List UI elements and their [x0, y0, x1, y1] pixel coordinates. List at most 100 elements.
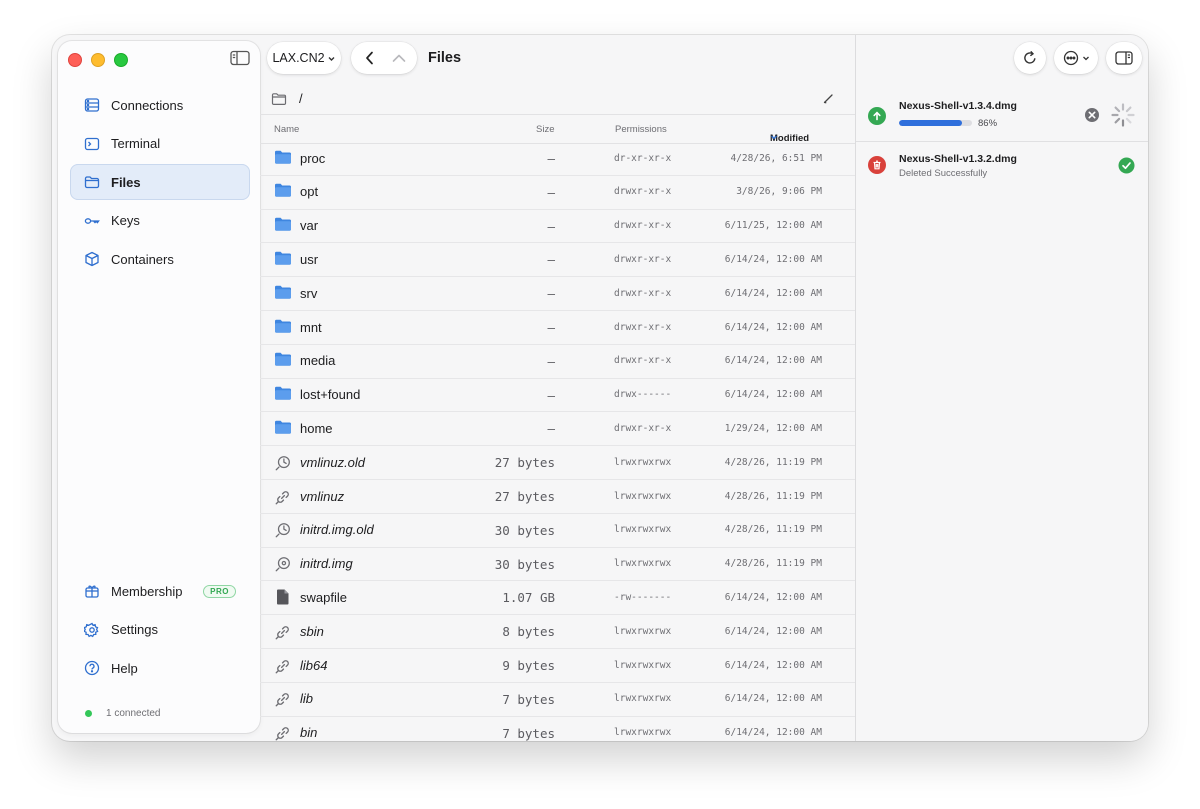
- more-options-button[interactable]: [1054, 42, 1098, 74]
- up-icon[interactable]: [387, 46, 411, 70]
- host-selector[interactable]: LAX.CN2: [267, 42, 341, 74]
- toggle-inspector-button[interactable]: [1106, 42, 1142, 74]
- sidebar-item-membership[interactable]: Membership PRO: [70, 573, 250, 609]
- pencil-icon[interactable]: [822, 92, 835, 105]
- server-rack-icon: [84, 97, 100, 113]
- navigation-buttons: [351, 42, 417, 74]
- table-row[interactable]: var — drwxr-xr-x 6/11/25, 12:00 AM: [260, 209, 855, 244]
- table-row[interactable]: lost+found — drwx------ 6/14/24, 12:00 AM: [260, 378, 855, 413]
- file-size: 8 bytes: [502, 624, 555, 640]
- table-row[interactable]: opt — drwxr-xr-x 3/8/26, 9:06 PM: [260, 175, 855, 210]
- table-row[interactable]: initrd.img.old 30 bytes lrwxrwxrwx 4/28/26,…: [260, 513, 855, 548]
- file-modified: 6/14/24, 12:00 AM: [724, 321, 822, 333]
- file-modified: 6/14/24, 12:00 AM: [724, 389, 822, 401]
- table-row[interactable]: media — drwxr-xr-x 6/14/24, 12:00 AM: [260, 344, 855, 379]
- sidebar-toggle-icon[interactable]: [230, 50, 250, 68]
- table-row[interactable]: sbin 8 bytes lrwxrwxrwx 6/14/24, 12:00 AM: [260, 614, 855, 649]
- table-row[interactable]: proc — dr-xr-xr-x 4/28/26, 6:51 PM: [260, 144, 855, 176]
- table-row[interactable]: bin 7 bytes lrwxrwxrwx 6/14/24, 12:00 AM: [260, 716, 855, 741]
- table-row[interactable]: srv — drwxr-xr-x 6/14/24, 12:00 AM: [260, 276, 855, 311]
- file-name: vmlinuz.old: [300, 454, 366, 470]
- symlink-disk-icon: [274, 554, 292, 572]
- file-size: —: [547, 421, 555, 437]
- folder-icon: [274, 216, 292, 234]
- file-size: 30 bytes: [494, 556, 555, 572]
- file-permissions: lrwxrwxrwx: [614, 693, 672, 705]
- folder-icon: [274, 351, 292, 369]
- file-name: swapfile: [300, 589, 347, 605]
- transfers-panel: Nexus-Shell-v1.3.4.dmg 86% Nexus-Shell-v…: [855, 35, 1148, 741]
- column-header-name[interactable]: Name: [274, 124, 299, 135]
- file-name: lib64: [300, 657, 328, 673]
- table-row[interactable]: usr — drwxr-xr-x 6/14/24, 12:00 AM: [260, 242, 855, 278]
- file-modified: 4/28/26, 11:19 PM: [724, 456, 822, 468]
- sidebar-item-terminal[interactable]: Terminal: [70, 126, 250, 162]
- status-dot-icon: [85, 710, 92, 717]
- file-size: 27 bytes: [494, 455, 555, 471]
- transfer-item[interactable]: Nexus-Shell-v1.3.2.dmg Deleted Successfu…: [856, 143, 1148, 195]
- pro-badge: PRO: [203, 584, 236, 598]
- table-row[interactable]: home — drwxr-xr-x 1/29/24, 12:00 AM: [260, 411, 855, 447]
- file-modified: 1/29/24, 12:00 AM: [724, 422, 822, 434]
- current-path[interactable]: /: [299, 91, 303, 106]
- transfer-status-text: Deleted Successfully: [899, 168, 988, 179]
- file-name: lost+found: [300, 387, 361, 403]
- refresh-button[interactable]: [1014, 42, 1046, 74]
- table-row[interactable]: lib64 9 bytes lrwxrwxrwx 6/14/24, 12:00 AM: [260, 648, 855, 683]
- file-modified: 4/28/26, 11:19 PM: [724, 524, 822, 536]
- sidebar-item-keys[interactable]: Keys: [70, 203, 250, 239]
- transfer-progress-label: 86%: [978, 118, 998, 129]
- chevron-down-icon: [327, 54, 336, 63]
- transfer-filename: Nexus-Shell-v1.3.4.dmg: [899, 100, 1017, 112]
- table-row[interactable]: vmlinuz.old 27 bytes lrwxrwxrwx 4/28/26, 11…: [260, 445, 855, 480]
- cancel-icon[interactable]: [1084, 107, 1100, 123]
- table-row[interactable]: swapfile 1.07 GB -rw------- 6/14/24, 12:00 …: [260, 580, 855, 616]
- table-row[interactable]: mnt — drwxr-xr-x 6/14/24, 12:00 AM: [260, 310, 855, 345]
- table-row[interactable]: lib 7 bytes lrwxrwxrwx 6/14/24, 12:00 AM: [260, 682, 855, 717]
- symlink-icon: [274, 622, 292, 640]
- window-controls: [68, 53, 128, 67]
- sidebar-item-connections[interactable]: Connections: [70, 87, 250, 123]
- sidebar-item-label: Keys: [111, 213, 140, 228]
- sidebar-item-files[interactable]: Files: [70, 164, 250, 200]
- file-modified: 4/28/26, 6:51 PM: [730, 152, 822, 164]
- sidebar-item-label: Containers: [111, 251, 174, 267]
- spinner-icon: [1110, 102, 1136, 128]
- gift-icon: [84, 583, 100, 599]
- connection-status-text: 1 connected: [106, 708, 161, 719]
- column-header-size[interactable]: Size: [536, 124, 554, 135]
- file-size: —: [547, 252, 555, 268]
- transfer-progress-fill: [899, 120, 962, 126]
- sidebar-item-label: Help: [111, 660, 138, 676]
- refresh-icon: [1022, 50, 1038, 66]
- sidebar-item-settings[interactable]: Settings: [70, 612, 250, 648]
- file-permissions: lrwxrwxrwx: [614, 727, 672, 739]
- file-size: —: [547, 184, 555, 200]
- table-row[interactable]: initrd.img 30 bytes lrwxrwxrwx 4/28/26, 11:…: [260, 547, 855, 582]
- transfer-item[interactable]: Nexus-Shell-v1.3.4.dmg 86%: [856, 89, 1148, 142]
- file-modified: 6/14/24, 12:00 AM: [724, 727, 822, 739]
- minimize-window-button[interactable]: [91, 53, 105, 67]
- file-permissions: dr-xr-xr-x: [614, 152, 672, 164]
- file-permissions: drwxr-xr-x: [614, 287, 672, 299]
- sidebar-item-help[interactable]: Help: [70, 650, 250, 686]
- close-window-button[interactable]: [68, 53, 82, 67]
- file-permissions: drwx------: [614, 389, 672, 401]
- folder-icon: [274, 284, 292, 302]
- file-name: lib: [300, 691, 314, 707]
- folder-icon: [274, 149, 292, 167]
- zoom-window-button[interactable]: [114, 53, 128, 67]
- file-permissions: lrwxrwxrwx: [614, 625, 672, 637]
- sidebar-item-containers[interactable]: Containers: [70, 241, 250, 277]
- upload-icon: [868, 107, 886, 125]
- column-header-permissions[interactable]: Permissions: [615, 124, 667, 135]
- file-modified: 3/8/26, 9:06 PM: [736, 186, 822, 198]
- file-name: mnt: [300, 319, 322, 335]
- document-icon: [274, 588, 292, 606]
- cube-icon: [84, 251, 100, 267]
- table-row[interactable]: vmlinuz 27 bytes lrwxrwxrwx 4/28/26, 11:19 …: [260, 479, 855, 514]
- file-name: media: [300, 353, 336, 369]
- back-icon[interactable]: [358, 46, 382, 70]
- file-size: 27 bytes: [494, 489, 555, 504]
- file-modified: 4/28/26, 11:19 PM: [724, 490, 822, 502]
